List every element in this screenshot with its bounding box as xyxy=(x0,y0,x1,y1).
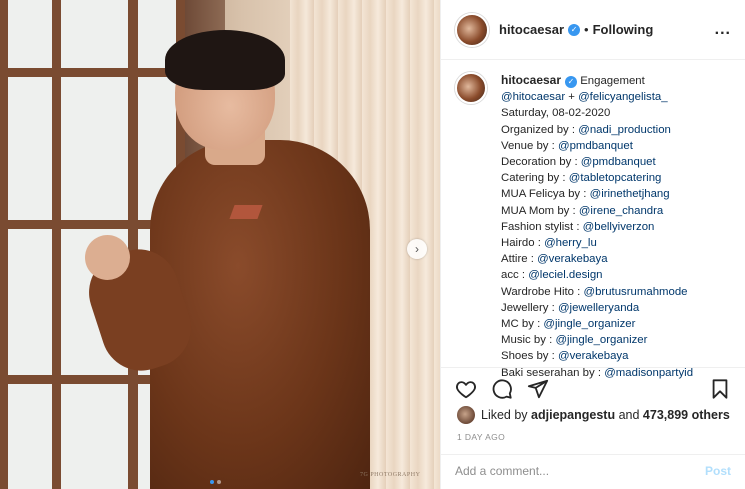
caption-text: Decoration by : xyxy=(501,156,581,169)
username-link[interactable]: hitocaesar xyxy=(499,22,564,37)
more-options-icon[interactable]: ... xyxy=(715,21,731,39)
caption-line: Saturday, 08-02-2020 xyxy=(501,105,693,121)
caption-text: Fashion stylist : xyxy=(501,220,583,233)
caption-username-link[interactable]: hitocaesar xyxy=(501,73,561,87)
caption-line: Decoration by : @pmdbanquet xyxy=(501,154,693,170)
caption-text: Shoes by : xyxy=(501,350,558,363)
caption-line: MUA Felicya by : @irinethetjhang xyxy=(501,186,693,202)
avatar[interactable] xyxy=(455,12,489,47)
divider xyxy=(441,454,745,455)
caption-text: Jewellery : xyxy=(501,301,558,314)
caption-line: acc : @leciel.design xyxy=(501,267,693,283)
post-photo[interactable]: 7G PHOTOGRAPHY › xyxy=(0,0,440,489)
following-button[interactable]: Following xyxy=(593,22,654,37)
caption-line: Attire : @verakebaya xyxy=(501,251,693,267)
photo-watermark: 7G PHOTOGRAPHY xyxy=(360,472,421,478)
caption-line: Shoes by : @verakebaya xyxy=(501,348,693,364)
mention-link[interactable]: @brutusrumahmode xyxy=(584,286,688,298)
mention-link[interactable]: @verakebaya xyxy=(558,350,628,362)
post-comment-button[interactable]: Post xyxy=(705,464,731,478)
caption-text: MUA Felicya by : xyxy=(501,188,590,201)
mention-link[interactable]: @tabletopcatering xyxy=(569,172,662,184)
mention-link[interactable]: @jewelleryanda xyxy=(558,302,639,314)
likes-summary: Liked by adjiepangestu and 473,899 other… xyxy=(457,406,730,424)
action-bar xyxy=(455,376,731,402)
caption-line: Venue by : @pmdbanquet xyxy=(501,138,693,154)
caption-body: hitocaesar ✓ Engagement @hitocaesar + @fe… xyxy=(501,72,693,381)
caption-title: Engagement xyxy=(577,75,645,87)
mention-link[interactable]: @jingle_organizer xyxy=(555,334,647,346)
comment-input[interactable] xyxy=(455,464,705,478)
caption-line: MUA Mom by : @irene_chandra xyxy=(501,203,693,219)
comment-icon[interactable] xyxy=(491,378,513,400)
likes-count-link[interactable]: 473,899 others xyxy=(643,408,730,422)
likes-middle: and xyxy=(618,408,640,422)
mention-link[interactable]: @irene_chandra xyxy=(579,205,663,217)
caption: hitocaesar ✓ Engagement @hitocaesar + @fe… xyxy=(455,72,737,381)
verified-badge-icon: ✓ xyxy=(568,23,581,36)
pocket-square xyxy=(229,205,263,219)
carousel-dots xyxy=(210,480,221,484)
post-sidebar: hitocaesar ✓ • Following ... hitocaesar ✓… xyxy=(440,0,745,489)
caption-line: Fashion stylist : @bellyiverzon xyxy=(501,219,693,235)
share-icon[interactable] xyxy=(527,378,549,400)
caption-line: Hairdo : @herry_lu xyxy=(501,235,693,251)
caption-text: Catering by : xyxy=(501,172,569,185)
caption-line: @hitocaesar + @felicyangelista_ xyxy=(501,89,693,105)
caption-line: Catering by : @tabletopcatering xyxy=(501,170,693,186)
caption-line: Wardrobe Hito : @brutusrumahmode xyxy=(501,284,693,300)
mention-link[interactable]: @verakebaya xyxy=(537,253,607,265)
mention-link[interactable]: @jingle_organizer xyxy=(543,318,635,330)
mention-link[interactable]: @bellyiverzon xyxy=(583,221,655,233)
bookmark-icon[interactable] xyxy=(709,378,731,400)
caption-text: Wardrobe Hito : xyxy=(501,285,584,298)
caption-line: Music by : @jingle_organizer xyxy=(501,332,693,348)
mention-link[interactable]: @nadi_production xyxy=(578,124,671,136)
caption-avatar[interactable] xyxy=(455,72,487,104)
liker-avatar[interactable] xyxy=(457,406,475,424)
caption-text: MC by : xyxy=(501,318,544,331)
post-header: hitocaesar ✓ • Following ... xyxy=(441,0,745,60)
caption-text: Saturday, 08-02-2020 xyxy=(501,107,611,120)
comment-form: Post xyxy=(455,464,731,478)
caption-text: + xyxy=(565,91,579,104)
mention-link[interactable]: @pmdbanquet xyxy=(581,156,656,168)
caption-text: Organized by : xyxy=(501,123,579,136)
caption-text: MUA Mom by : xyxy=(501,204,579,217)
heart-icon[interactable] xyxy=(455,378,477,400)
mention-link[interactable]: @pmdbanquet xyxy=(558,140,633,152)
caption-text: Attire : xyxy=(501,253,538,266)
chevron-right-icon: › xyxy=(415,242,419,256)
caption-text: Music by : xyxy=(501,334,556,347)
mention-link[interactable]: @leciel.design xyxy=(528,269,602,281)
mention-link[interactable]: @herry_lu xyxy=(544,237,597,249)
separator-dot: • xyxy=(584,22,589,37)
caption-line: Organized by : @nadi_production xyxy=(501,122,693,138)
mention-link[interactable]: @irinethetjhang xyxy=(590,188,670,200)
caption-text: acc : xyxy=(501,269,529,282)
likes-prefix: Liked by xyxy=(481,408,528,422)
mention-link[interactable]: @felicyangelista_ xyxy=(578,91,667,103)
verified-badge-icon: ✓ xyxy=(565,76,578,89)
carousel-dot xyxy=(217,480,221,484)
carousel-dot xyxy=(210,480,214,484)
caption-text: Venue by : xyxy=(501,139,558,152)
man-hair xyxy=(165,30,285,90)
next-slide-button[interactable]: › xyxy=(407,239,427,259)
divider xyxy=(441,367,745,368)
man-hand xyxy=(85,235,130,280)
caption-text: Hairdo : xyxy=(501,237,545,250)
post-timestamp: 1 DAY AGO xyxy=(457,432,506,442)
mention-link[interactable]: @hitocaesar xyxy=(501,91,565,103)
liker-username-link[interactable]: adjiepangestu xyxy=(531,408,615,422)
caption-line: Jewellery : @jewelleryanda xyxy=(501,300,693,316)
caption-line: MC by : @jingle_organizer xyxy=(501,316,693,332)
caption-lines: @hitocaesar + @felicyangelista_ Saturday,… xyxy=(501,89,693,381)
